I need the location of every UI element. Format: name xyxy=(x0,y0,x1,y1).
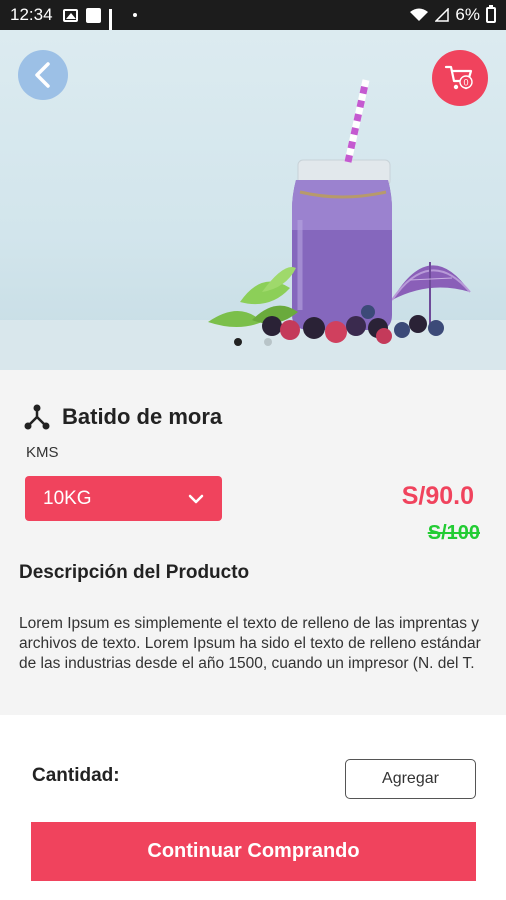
continue-shopping-button[interactable]: Continuar Comprando xyxy=(31,822,476,881)
battery-percent: 6% xyxy=(455,5,480,24)
description-text: Lorem Ipsum es simplemente el texto de r… xyxy=(19,615,481,672)
battery-icon xyxy=(486,5,496,23)
description-title: Descripción del Producto xyxy=(19,562,250,583)
mint-leaves xyxy=(208,267,298,327)
chevron-down-icon xyxy=(188,494,204,503)
product-photo xyxy=(0,79,506,370)
add-button[interactable]: Agregar xyxy=(345,759,476,799)
weight-dropdown[interactable]: 10KG xyxy=(25,476,222,521)
smoothie-jar xyxy=(292,159,392,330)
signal-icon xyxy=(435,8,450,22)
app-notification-icon xyxy=(85,7,101,23)
back-button[interactable] xyxy=(18,50,68,100)
weight-selected-value: 10KG xyxy=(43,487,92,509)
status-time: 12:34 xyxy=(10,5,53,24)
product-details: Batido de mora KMS 10KG S/90.0 S/100 Des… xyxy=(0,370,506,715)
chevron-left-icon xyxy=(35,62,50,88)
product-title-row: Batido de mora xyxy=(24,404,222,430)
carousel-dot[interactable] xyxy=(264,338,272,346)
umbrella-decoration xyxy=(391,262,471,326)
straw xyxy=(344,79,370,163)
share-icon[interactable] xyxy=(24,404,50,430)
carousel-dot-active[interactable] xyxy=(234,338,242,346)
cart-icon: 0 xyxy=(444,65,473,90)
product-price: S/90.0 xyxy=(401,482,474,510)
data-usage-icon xyxy=(108,9,125,30)
wifi-icon xyxy=(410,8,429,21)
status-bar: 12:34 6% xyxy=(0,0,506,30)
more-notifications-icon xyxy=(132,13,137,17)
cart-count-badge: 0 xyxy=(463,78,468,88)
product-name: Batido de mora xyxy=(62,404,223,429)
purchase-card: Cantidad: Agregar Continuar Comprando xyxy=(0,715,506,900)
carousel-indicator xyxy=(0,338,506,346)
product-image-carousel[interactable]: 0 xyxy=(0,30,506,370)
product-brand: KMS xyxy=(26,444,59,461)
product-old-price: S/100 xyxy=(427,522,480,544)
image-notification-icon xyxy=(62,8,78,22)
cart-button[interactable]: 0 xyxy=(432,50,488,106)
quantity-label: Cantidad: xyxy=(32,765,120,786)
